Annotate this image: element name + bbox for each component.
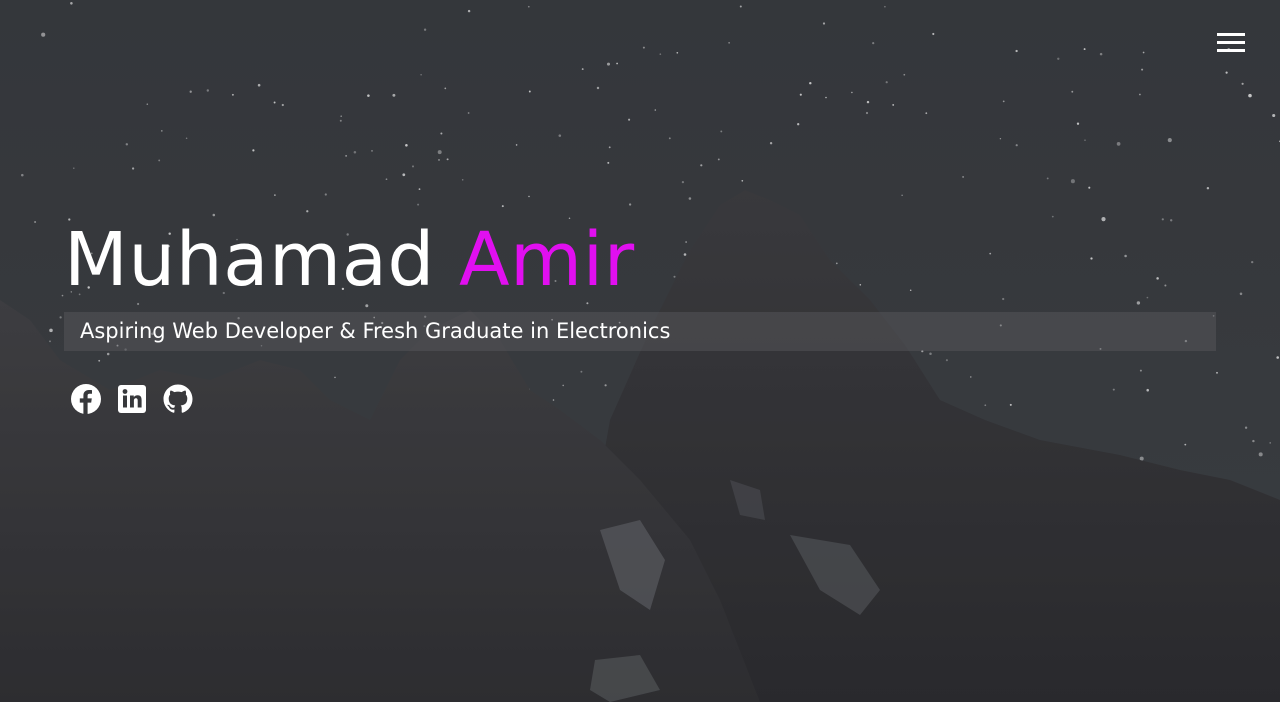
menu-bar-middle — [1217, 41, 1245, 44]
page-title: Muhamad Amir — [64, 216, 635, 305]
hero-section: Muhamad Amir Aspiring Web Developer & Fr… — [0, 0, 1280, 702]
hamburger-menu-icon[interactable] — [1217, 33, 1245, 53]
first-name: Muhamad — [64, 217, 435, 303]
last-name: Amir — [458, 217, 635, 303]
mountain-night-background — [0, 0, 1280, 702]
social-links — [70, 383, 194, 415]
github-icon[interactable] — [162, 383, 194, 415]
menu-bar-top — [1217, 33, 1245, 36]
linkedin-icon[interactable] — [116, 383, 148, 415]
menu-bar-bottom — [1217, 49, 1245, 52]
facebook-icon[interactable] — [70, 383, 102, 415]
tagline-bar: Aspiring Web Developer & Fresh Graduate … — [64, 312, 1216, 351]
tagline: Aspiring Web Developer & Fresh Graduate … — [80, 319, 671, 343]
